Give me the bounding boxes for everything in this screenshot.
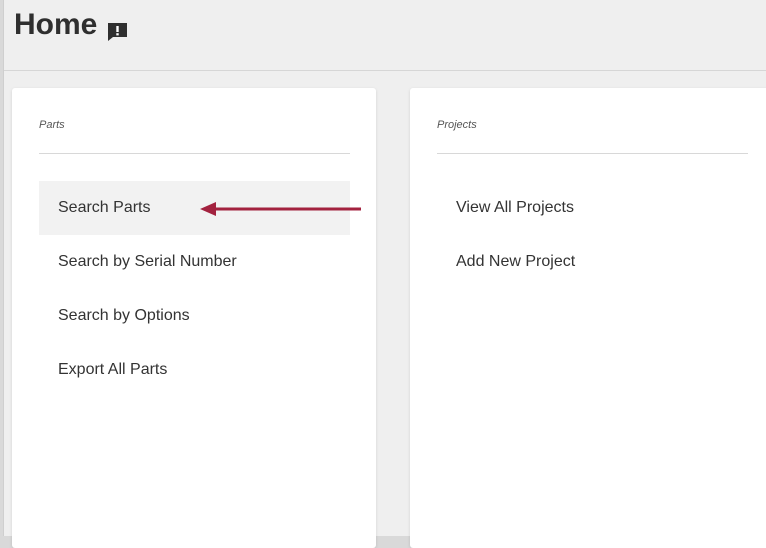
annotation-arrow-head	[200, 202, 216, 216]
view-all-projects-link[interactable]: View All Projects	[437, 181, 748, 235]
parts-card-title: Parts	[39, 119, 65, 131]
feedback-icon[interactable]	[106, 17, 129, 41]
page-title: Home	[14, 8, 129, 42]
page-header: Home	[4, 0, 766, 71]
export-all-parts-link[interactable]: Export All Parts	[39, 343, 350, 397]
arrow-left-icon	[200, 202, 361, 216]
projects-card-divider	[437, 153, 748, 154]
search-by-serial-number-link[interactable]: Search by Serial Number	[39, 235, 350, 289]
projects-card-title: Projects	[437, 119, 477, 131]
page-title-text: Home	[14, 8, 98, 41]
parts-card: Parts Search Parts Search by Serial Numb…	[12, 88, 376, 548]
projects-menu: View All Projects Add New Project	[437, 181, 748, 289]
projects-card: Projects View All Projects Add New Proje…	[410, 88, 766, 548]
search-by-options-link[interactable]: Search by Options	[39, 289, 350, 343]
add-new-project-link[interactable]: Add New Project	[437, 235, 748, 289]
parts-card-divider	[39, 153, 350, 154]
app-frame: Home Parts Search Parts Search by Serial…	[3, 0, 766, 548]
